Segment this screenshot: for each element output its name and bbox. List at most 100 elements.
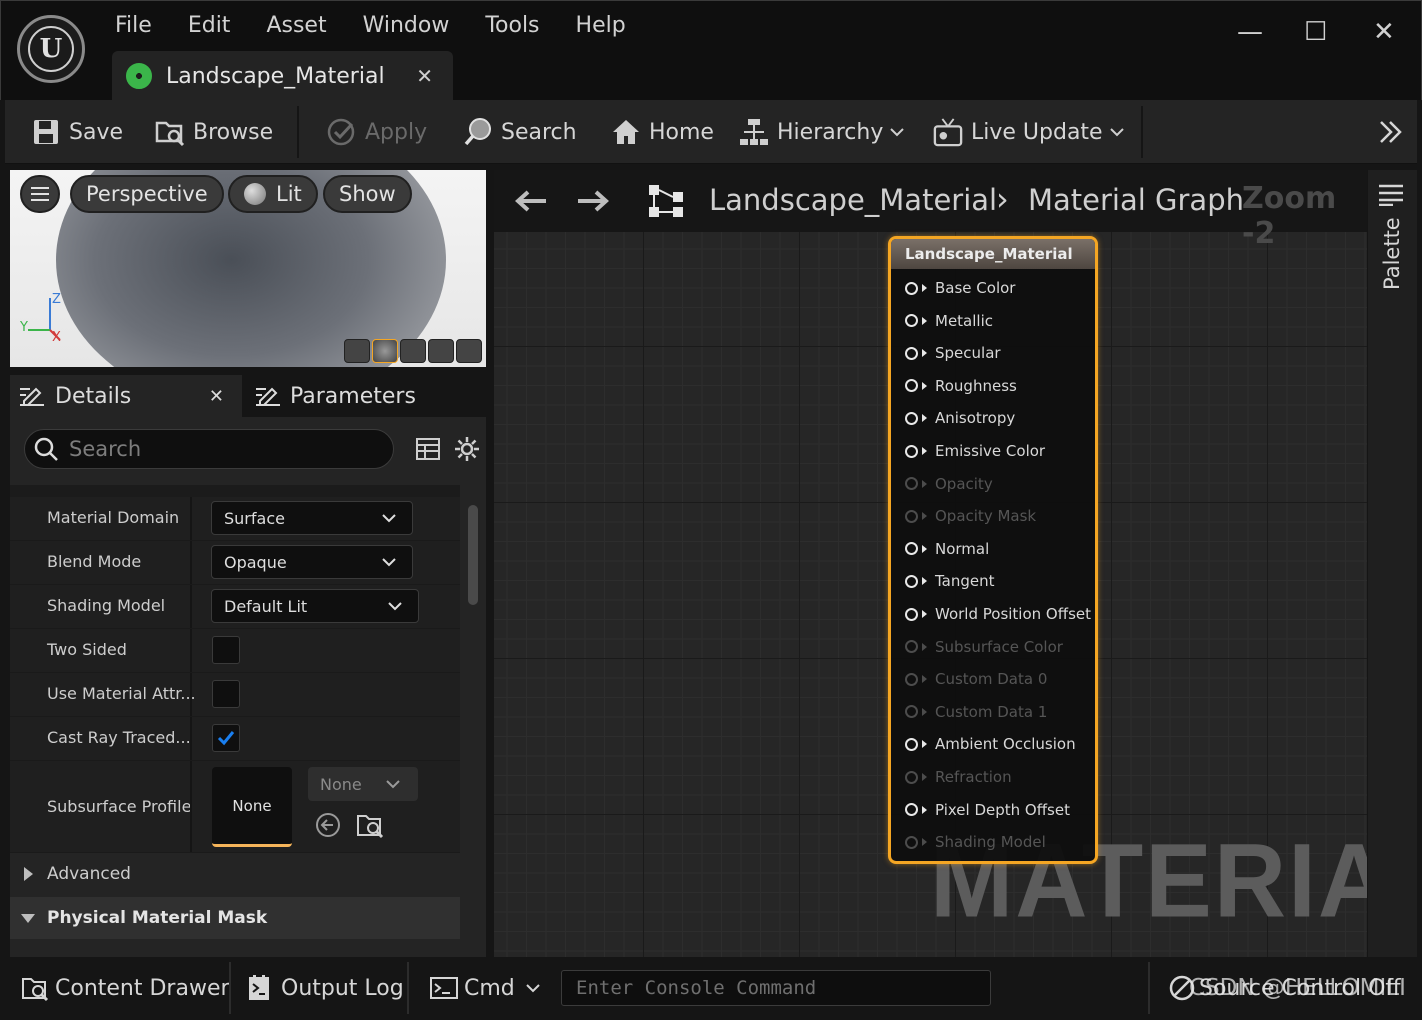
cmd-dropdown[interactable]: Cmd bbox=[430, 960, 541, 1016]
node-input-pin[interactable]: Subsurface Color bbox=[905, 638, 1063, 656]
node-input-pin[interactable]: Opacity Mask bbox=[905, 507, 1036, 525]
column-splitter[interactable] bbox=[190, 497, 192, 540]
toolbar-overflow-button[interactable] bbox=[1377, 110, 1405, 154]
cast-ray-traced-shadows-checkbox[interactable] bbox=[212, 724, 240, 752]
settings-gear-icon[interactable] bbox=[454, 436, 480, 462]
two-sided-checkbox[interactable] bbox=[212, 636, 240, 664]
close-window-button[interactable]: ✕ bbox=[1373, 17, 1395, 47]
document-tab[interactable]: Landscape_Material ✕ bbox=[112, 51, 453, 101]
shading-model-combo[interactable]: Default Lit bbox=[211, 589, 419, 623]
column-splitter[interactable] bbox=[190, 673, 192, 716]
material-domain-combo[interactable]: Surface bbox=[211, 501, 413, 535]
back-arrow-icon[interactable] bbox=[514, 188, 548, 214]
pin-connector-icon[interactable] bbox=[905, 574, 918, 588]
console-command-box[interactable] bbox=[561, 970, 991, 1006]
unreal-logo-icon[interactable]: U bbox=[17, 15, 85, 83]
node-input-pin[interactable]: Custom Data 0 bbox=[905, 670, 1047, 688]
forward-arrow-icon[interactable] bbox=[576, 188, 610, 214]
use-material-attributes-checkbox[interactable] bbox=[212, 680, 240, 708]
details-search-box[interactable] bbox=[24, 429, 394, 469]
node-input-pin[interactable]: Pixel Depth Offset bbox=[905, 801, 1070, 819]
pin-connector-icon[interactable] bbox=[905, 379, 918, 393]
pin-connector-icon[interactable] bbox=[905, 737, 918, 751]
output-log-button[interactable]: Output Log bbox=[247, 960, 404, 1016]
pin-connector-icon[interactable] bbox=[905, 640, 918, 654]
subsurface-profile-combo[interactable]: None bbox=[308, 767, 418, 801]
node-input-pin[interactable]: Opacity bbox=[905, 475, 993, 493]
console-command-input[interactable] bbox=[562, 971, 990, 1005]
pin-connector-icon[interactable] bbox=[905, 346, 918, 360]
node-input-pin[interactable]: Anisotropy bbox=[905, 409, 1015, 427]
plane-shape-button[interactable] bbox=[400, 339, 426, 363]
viewport-menu-button[interactable] bbox=[20, 175, 60, 213]
details-search-input[interactable] bbox=[69, 437, 369, 461]
pin-connector-icon[interactable] bbox=[905, 444, 918, 458]
tab-details[interactable]: Details ✕ bbox=[10, 375, 242, 417]
breadcrumb-root[interactable]: Landscape_Material bbox=[709, 183, 997, 217]
column-splitter[interactable] bbox=[190, 761, 192, 852]
column-splitter[interactable] bbox=[190, 717, 192, 760]
node-input-pin[interactable]: Normal bbox=[905, 540, 989, 558]
pin-connector-icon[interactable] bbox=[905, 542, 918, 556]
material-graph-canvas[interactable]: MATERIAL Landscape_Material › Material G… bbox=[494, 170, 1367, 957]
live-update-dropdown[interactable]: Live Update bbox=[933, 110, 1125, 154]
pin-connector-icon[interactable] bbox=[905, 281, 918, 295]
pin-connector-icon[interactable] bbox=[905, 509, 918, 523]
node-input-pin[interactable]: World Position Offset bbox=[905, 605, 1091, 623]
advanced-section[interactable]: Advanced bbox=[10, 853, 460, 895]
menu-window[interactable]: Window bbox=[345, 9, 468, 43]
pin-connector-icon[interactable] bbox=[905, 803, 918, 817]
content-drawer-button[interactable]: Content Drawer bbox=[21, 960, 230, 1016]
maximize-button[interactable]: ☐ bbox=[1304, 17, 1327, 47]
node-input-pin[interactable]: Shading Model bbox=[905, 833, 1046, 851]
menu-edit[interactable]: Edit bbox=[170, 9, 249, 43]
cube-shape-button[interactable] bbox=[428, 339, 454, 363]
node-input-pin[interactable]: Emissive Color bbox=[905, 442, 1045, 460]
menu-help[interactable]: Help bbox=[558, 9, 644, 43]
details-scrollbar[interactable] bbox=[468, 505, 478, 605]
browse-button[interactable]: Browse bbox=[155, 110, 273, 154]
custom-mesh-shape-button[interactable] bbox=[456, 339, 482, 363]
use-selected-arrow-icon[interactable] bbox=[315, 812, 341, 838]
tab-parameters[interactable]: Parameters bbox=[254, 375, 416, 417]
node-input-pin[interactable]: Tangent bbox=[905, 572, 995, 590]
pin-connector-icon[interactable] bbox=[905, 672, 918, 686]
close-tab-icon[interactable]: ✕ bbox=[416, 64, 433, 88]
pin-connector-icon[interactable] bbox=[905, 770, 918, 784]
pin-connector-icon[interactable] bbox=[905, 607, 918, 621]
hierarchy-dropdown[interactable]: Hierarchy bbox=[739, 110, 905, 154]
node-input-pin[interactable]: Metallic bbox=[905, 312, 993, 330]
menu-asset[interactable]: Asset bbox=[248, 9, 344, 43]
node-input-pin[interactable]: Custom Data 1 bbox=[905, 703, 1047, 721]
save-button[interactable]: Save bbox=[31, 110, 123, 154]
node-input-pin[interactable]: Ambient Occlusion bbox=[905, 735, 1076, 753]
lit-button[interactable]: Lit bbox=[228, 175, 318, 213]
blend-mode-combo[interactable]: Opaque bbox=[211, 545, 413, 579]
pin-connector-icon[interactable] bbox=[905, 314, 918, 328]
apply-button[interactable]: Apply bbox=[327, 110, 427, 154]
material-output-node[interactable]: Landscape_Material Base Color Metallic Spe… bbox=[888, 236, 1098, 864]
column-splitter[interactable] bbox=[190, 541, 192, 584]
pin-connector-icon[interactable] bbox=[905, 835, 918, 849]
table-view-icon[interactable] bbox=[416, 437, 440, 461]
node-input-pin[interactable]: Base Color bbox=[905, 279, 1015, 297]
pin-connector-icon[interactable] bbox=[905, 411, 918, 425]
physical-material-mask-section[interactable]: Physical Material Mask bbox=[10, 897, 460, 939]
browse-asset-icon[interactable] bbox=[356, 811, 384, 839]
show-button[interactable]: Show bbox=[323, 175, 412, 213]
menu-file[interactable]: File bbox=[97, 9, 170, 43]
close-details-icon[interactable]: ✕ bbox=[209, 386, 224, 407]
column-splitter[interactable] bbox=[190, 629, 192, 672]
search-button[interactable]: Search bbox=[463, 110, 577, 154]
subsurface-profile-thumbnail[interactable]: None bbox=[212, 767, 292, 847]
node-input-pin[interactable]: Roughness bbox=[905, 377, 1017, 395]
column-splitter[interactable] bbox=[190, 585, 192, 628]
material-preview-viewport[interactable]: Perspective Lit Show Z Y X bbox=[10, 170, 486, 367]
pin-connector-icon[interactable] bbox=[905, 705, 918, 719]
menu-tools[interactable]: Tools bbox=[467, 9, 557, 43]
palette-side-tab[interactable]: Palette bbox=[1368, 170, 1417, 957]
home-button[interactable]: Home bbox=[611, 110, 714, 154]
node-input-pin[interactable]: Specular bbox=[905, 344, 1001, 362]
node-input-pin[interactable]: Refraction bbox=[905, 768, 1012, 786]
cylinder-shape-button[interactable] bbox=[344, 339, 370, 363]
